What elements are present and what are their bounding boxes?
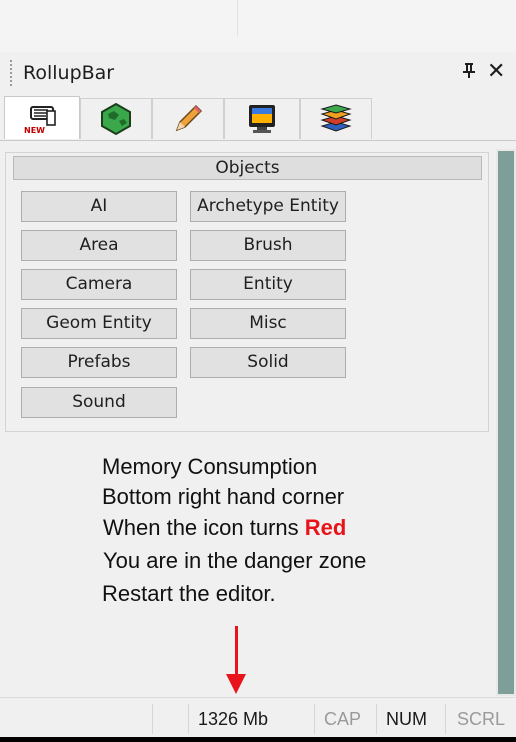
entity-button[interactable]: Entity <box>190 269 346 300</box>
scrollbar-thumb[interactable] <box>498 151 514 694</box>
sound-button[interactable]: Sound <box>21 387 177 418</box>
annotation-arrow-shaft <box>235 626 238 678</box>
status-separator <box>314 704 315 734</box>
close-icon[interactable]: ✕ <box>487 58 505 86</box>
bottom-edge <box>0 737 516 742</box>
solid-button[interactable]: Solid <box>190 347 346 378</box>
new-object-hand-icon: NEW <box>24 106 56 135</box>
caps-lock-indicator: CAP <box>324 709 362 729</box>
memory-consumption-indicator: 1326 Mb <box>198 709 269 729</box>
annotation-line-2: Bottom right hand corner <box>102 484 345 509</box>
prefabs-button[interactable]: Prefabs <box>21 347 177 378</box>
num-lock-indicator: NUM <box>386 709 427 729</box>
tab-objects[interactable]: NEW <box>4 96 80 139</box>
misc-button[interactable]: Misc <box>190 308 346 339</box>
pencil-icon <box>175 104 203 132</box>
annotation-arrow-head <box>226 674 246 694</box>
pin-icon[interactable] <box>462 60 476 86</box>
terrain-globe-icon <box>101 102 131 136</box>
svg-text:NEW: NEW <box>24 126 45 135</box>
area-button[interactable]: Area <box>21 230 177 261</box>
tab-modify[interactable] <box>152 98 224 139</box>
top-strip <box>0 0 516 52</box>
tab-strip: NEW <box>0 96 516 141</box>
archetype-entity-button[interactable]: Archetype Entity <box>190 191 346 222</box>
layers-stack-icon <box>320 104 352 132</box>
status-separator <box>188 704 189 734</box>
annotation-line-3: When the icon turns Red <box>103 514 346 542</box>
ai-button[interactable]: AI <box>21 191 177 222</box>
annotation-line-4: You are in the danger zone <box>103 548 367 573</box>
status-separator <box>376 704 377 734</box>
annotation-red-word: Red <box>304 515 347 540</box>
drag-grip[interactable] <box>10 60 12 86</box>
annotation-line-5: Restart the editor. <box>102 581 276 606</box>
monitor-display-icon <box>249 105 275 133</box>
top-divider <box>237 0 238 36</box>
window-title: RollupBar <box>23 62 115 84</box>
brush-button[interactable]: Brush <box>190 230 346 261</box>
geom-entity-button[interactable]: Geom Entity <box>21 308 177 339</box>
camera-button[interactable]: Camera <box>21 269 177 300</box>
status-separator <box>445 704 446 734</box>
tab-terrain[interactable] <box>80 98 152 139</box>
tab-display[interactable] <box>224 98 300 139</box>
scroll-lock-indicator: SCRL <box>457 709 506 729</box>
annotation-line-3-prefix: When the icon turns <box>103 515 305 540</box>
annotation-line-1: Memory Consumption <box>102 454 318 479</box>
tab-layers[interactable] <box>300 98 372 139</box>
objects-header[interactable]: Objects <box>13 156 482 180</box>
status-separator <box>152 704 153 734</box>
